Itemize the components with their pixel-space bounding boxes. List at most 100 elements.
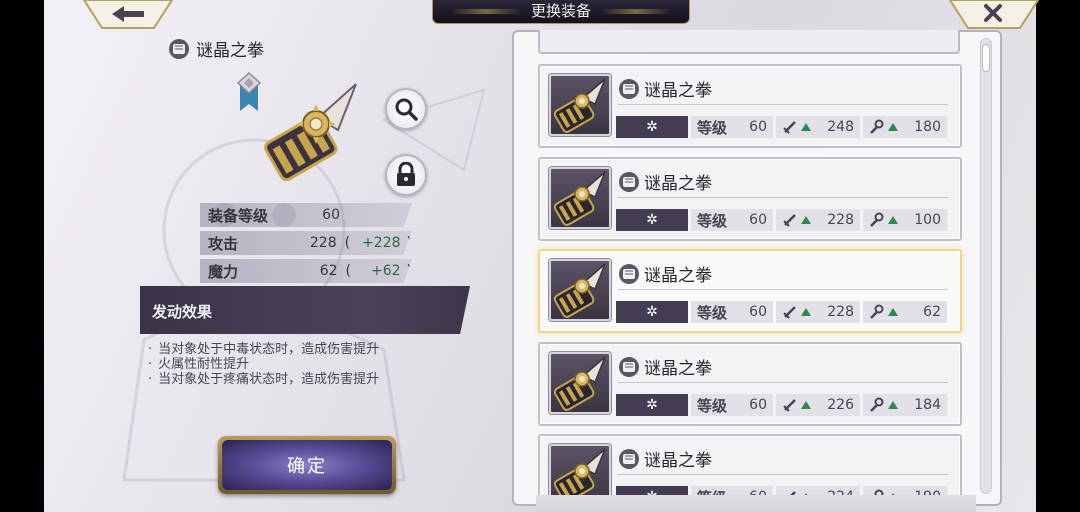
list-partial-card: [538, 30, 960, 54]
card-level-cell: 等级 60: [691, 116, 773, 138]
fist-category-icon: [619, 356, 639, 377]
stat-bonus: ( +228 ): [345, 235, 412, 251]
scrollbar-thumb[interactable]: [982, 44, 990, 72]
increase-arrow-icon: [801, 216, 811, 224]
card-star-cell: ✲: [616, 394, 688, 416]
card-level-cell: 等级 60: [691, 301, 773, 323]
card-attack-cell: 226: [776, 394, 860, 416]
card-item-name: 谜晶之拳: [644, 81, 712, 101]
fist-category-icon: [619, 78, 639, 99]
card-attack-cell: 248: [776, 116, 860, 138]
bonus-value: +228: [362, 235, 401, 251]
increase-arrow-icon: [888, 216, 898, 224]
card-divider: [618, 289, 948, 290]
lock-button[interactable]: [385, 154, 427, 196]
equipment-card[interactable]: 谜晶之拳 ✲ 等级 60 226 184: [538, 342, 962, 426]
paren-open: (: [345, 263, 351, 279]
card-attack-cell: 228: [776, 301, 860, 323]
page-title: 更换装备: [530, 2, 591, 20]
equipment-change-screen: 更换装备 谜晶之拳 装备等级 60 攻击 228 (+228 魔力 62 (…: [0, 0, 1080, 512]
equipment-card[interactable]: 谜晶之拳 ✲ 等级 60 228: [538, 249, 962, 333]
star-icon: ✲: [646, 304, 658, 320]
effect-item: 当对象处于中毒状态时，造成伤害提升: [148, 342, 379, 357]
left-letterbox: [0, 0, 44, 512]
stat-label: 攻击: [208, 234, 239, 253]
lock-icon: [397, 162, 415, 186]
card-weapon-thumbnail: [549, 74, 611, 136]
card-level-label: 等级: [697, 396, 728, 415]
increase-arrow-icon: [801, 123, 811, 131]
confirm-label: 确定: [222, 440, 392, 490]
increase-arrow-icon: [888, 123, 898, 131]
item-title-row: 谜晶之拳: [168, 36, 264, 61]
equipment-card[interactable]: 谜晶之拳 ✲ 等级 60 248 180: [538, 64, 962, 148]
card-magic-cell: 100: [863, 209, 947, 231]
card-level-label: 等级: [697, 118, 728, 137]
card-weapon-thumbnail: [549, 167, 611, 229]
card-stat-strip: ✲ 等级 60 226 184: [616, 394, 950, 416]
increase-arrow-icon: [801, 401, 811, 409]
stat-value: 228: [309, 235, 337, 251]
close-button[interactable]: [948, 0, 1040, 30]
stat-label: 魔力: [208, 262, 239, 281]
card-name-row: 谜晶之拳: [618, 446, 712, 471]
magic-staff-icon: [870, 397, 884, 412]
gauntlet-thumbnail-icon: [553, 171, 606, 226]
inspect-button[interactable]: [385, 88, 427, 130]
stat-row-attack: 攻击 228 ( +228 ): [200, 231, 412, 255]
effect-section-header: 发动效果: [140, 286, 470, 334]
card-item-name: 谜晶之拳: [644, 174, 712, 194]
star-icon: ✲: [646, 397, 658, 413]
stat-row-magic: 魔力 62 ( +62 ): [200, 259, 412, 283]
stat-row-level: 装备等级 60: [200, 203, 412, 227]
card-magic-cell: 62: [863, 301, 947, 323]
paren-open: (: [344, 235, 351, 251]
card-level-cell: 等级 60: [691, 394, 773, 416]
stat-value: 60: [322, 207, 340, 223]
increase-arrow-icon: [888, 308, 898, 316]
magic-staff-icon: [870, 212, 884, 227]
item-name: 谜晶之拳: [196, 41, 264, 61]
card-level-value: 60: [749, 119, 767, 135]
stat-label: 装备等级: [208, 206, 269, 225]
equipment-card[interactable]: 谜晶之拳 ✲ 等级 60 228: [538, 157, 962, 241]
card-magic-value: 100: [914, 212, 941, 228]
list-scrollbar[interactable]: [980, 38, 992, 494]
magic-staff-icon: [870, 304, 884, 319]
card-attack-value: 228: [827, 212, 854, 228]
fist-category-icon: [619, 171, 639, 192]
fist-category-icon: [619, 263, 639, 284]
card-magic-value: 184: [914, 397, 941, 413]
card-stat-strip: ✲ 等级 60 228 62: [616, 301, 950, 323]
magic-staff-icon: [870, 119, 884, 134]
gauntlet-thumbnail-icon: [553, 78, 606, 133]
card-item-name: 谜晶之拳: [644, 359, 712, 379]
card-divider: [618, 104, 948, 105]
card-level-label: 等级: [697, 211, 728, 230]
increase-arrow-icon: [801, 308, 811, 316]
effect-item: 当对象处于疼痛状态时，造成伤害提升: [148, 372, 379, 387]
card-magic-cell: 180: [863, 116, 947, 138]
card-attack-value: 248: [827, 119, 854, 135]
card-attack-cell: 228: [776, 209, 860, 231]
effect-title: 发动效果: [152, 303, 213, 321]
title-ornament-left: [451, 9, 521, 14]
gauntlet-thumbnail-icon: [553, 263, 606, 318]
fist-category-icon: [169, 38, 189, 59]
card-weapon-thumbnail: [549, 352, 611, 414]
card-weapon-thumbnail: [549, 259, 611, 321]
card-star-cell: ✲: [616, 301, 688, 323]
list-bottom-clip: [536, 495, 976, 512]
card-magic-cell: 184: [863, 394, 947, 416]
search-icon: [395, 98, 418, 121]
weapon-gauntlet-image: [264, 83, 357, 182]
card-stat-strip: ✲ 等级 60 228 100: [616, 209, 950, 231]
sword-icon: [783, 306, 796, 319]
card-level-value: 60: [749, 397, 767, 413]
confirm-button[interactable]: 确定: [218, 436, 396, 494]
card-divider: [618, 197, 948, 198]
back-button[interactable]: [82, 0, 174, 30]
increase-arrow-icon: [888, 401, 898, 409]
card-item-name: 谜晶之拳: [644, 451, 712, 471]
page-title-bar: 更换装备: [432, 0, 690, 24]
